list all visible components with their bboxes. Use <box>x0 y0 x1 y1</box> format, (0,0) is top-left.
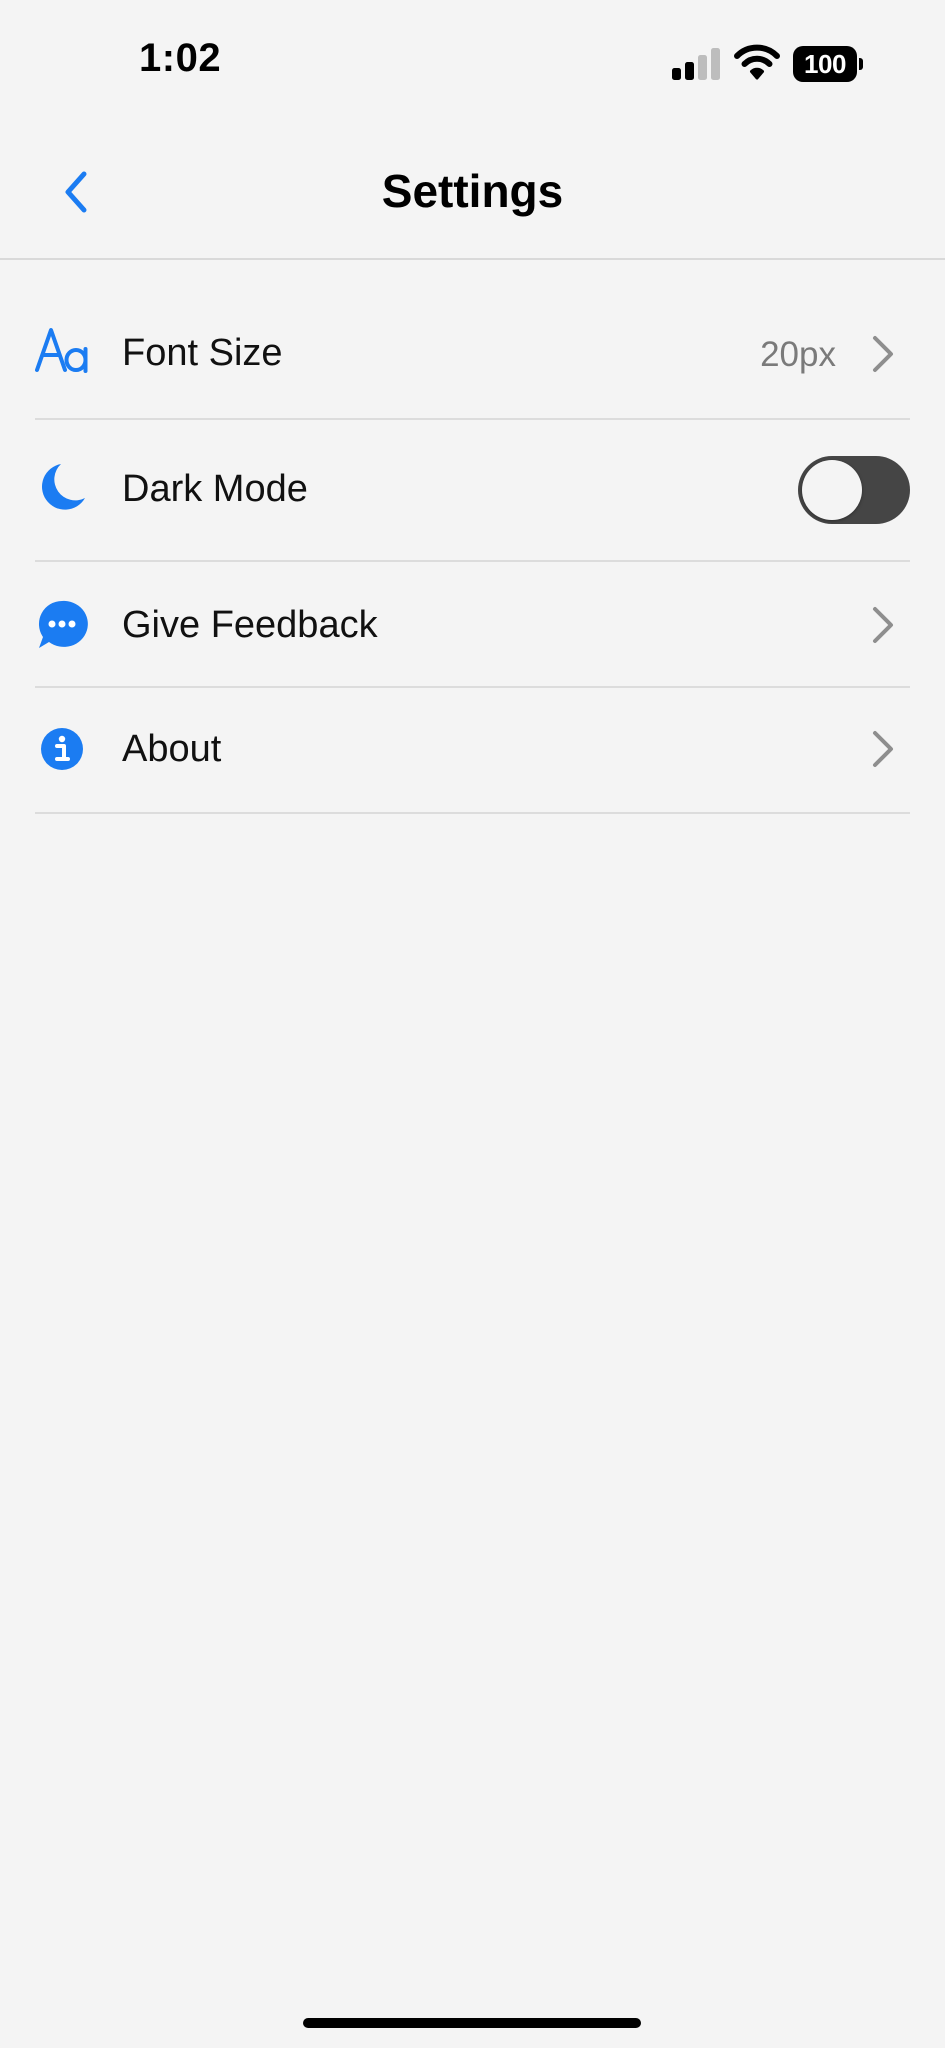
home-indicator[interactable] <box>303 2018 641 2028</box>
page-title: Settings <box>381 165 564 217</box>
status-time: 1:02 <box>139 36 222 80</box>
battery-indicator: 100 <box>793 46 863 82</box>
font-size-value: 20px <box>760 335 836 374</box>
toggle-knob <box>802 460 862 520</box>
settings-row-dark-mode[interactable]: Dark Mode <box>35 420 910 562</box>
font-size-label: Font Size <box>122 332 283 374</box>
cellular-signal-icon <box>672 48 720 80</box>
settings-list: Font Size 20px Dark Mode Give Feedback A… <box>35 290 910 814</box>
settings-row-font-size[interactable]: Font Size 20px <box>35 290 910 420</box>
dark-mode-toggle[interactable] <box>798 456 910 524</box>
battery-tip <box>859 58 863 70</box>
chevron-right-icon <box>873 607 893 643</box>
settings-row-about[interactable]: About <box>35 688 910 814</box>
info-icon <box>41 728 83 770</box>
chevron-right-icon <box>873 731 893 767</box>
text-size-icon <box>35 328 88 373</box>
about-label: About <box>122 728 222 770</box>
settings-screen: 1:02 100 Settings Font Size 20px Dark Mo… <box>0 0 945 2048</box>
nav-bar: Settings <box>0 120 945 260</box>
dark-mode-label: Dark Mode <box>122 468 308 510</box>
chevron-right-icon <box>873 336 893 372</box>
moon-icon <box>41 464 85 510</box>
chat-bubble-icon <box>38 600 88 648</box>
battery-level: 100 <box>793 46 857 82</box>
give-feedback-label: Give Feedback <box>122 604 378 646</box>
wifi-icon <box>734 44 780 80</box>
status-bar: 1:02 100 <box>0 0 945 120</box>
settings-row-give-feedback[interactable]: Give Feedback <box>35 562 910 688</box>
